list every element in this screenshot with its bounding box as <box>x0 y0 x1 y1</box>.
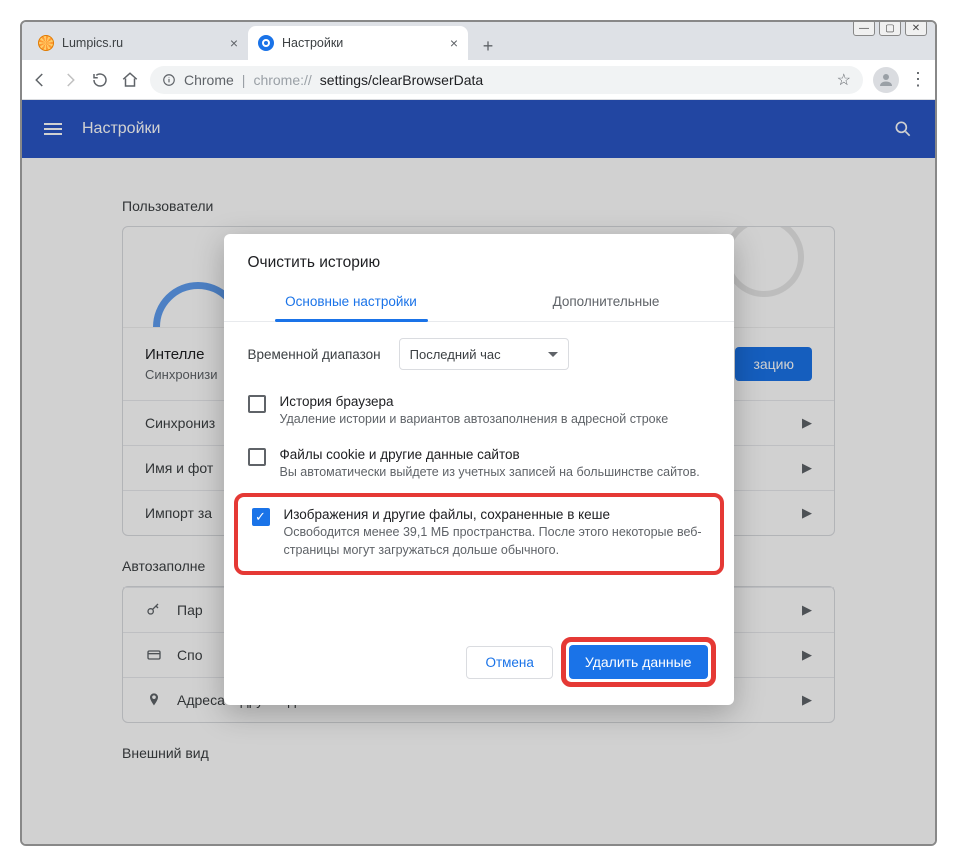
option-subtitle: Вы автоматически выйдете из учетных запи… <box>280 464 710 482</box>
tab-settings[interactable]: Настройки × <box>248 26 468 60</box>
tab-strip: Lumpics.ru × Настройки × + <box>22 22 935 60</box>
option-title: Изображения и другие файлы, сохраненные … <box>284 507 706 522</box>
url-host: chrome:// <box>253 72 311 88</box>
close-window-button[interactable]: ✕ <box>905 20 927 36</box>
option-cached-images[interactable]: ✓ Изображения и другие файлы, сохраненны… <box>234 493 724 575</box>
cancel-button[interactable]: Отмена <box>466 646 552 679</box>
clear-data-button[interactable]: Удалить данные <box>569 645 708 679</box>
checkbox[interactable] <box>248 395 266 413</box>
browser-menu-button[interactable]: ⋮ <box>909 69 927 90</box>
url-path: settings/clearBrowserData <box>320 72 483 88</box>
browser-window: — ▢ ✕ Lumpics.ru × Настройки × + <box>20 20 937 846</box>
profile-avatar[interactable] <box>873 67 899 93</box>
option-title: Файлы cookie и другие данные сайтов <box>280 447 710 462</box>
option-subtitle: Освободится менее 39,1 МБ пространства. … <box>284 524 706 559</box>
time-range-value: Последний час <box>410 347 501 362</box>
back-button[interactable] <box>30 70 50 90</box>
minimize-button[interactable]: — <box>853 20 875 36</box>
tab-advanced[interactable]: Дополнительные <box>479 282 734 321</box>
maximize-button[interactable]: ▢ <box>879 20 901 36</box>
dialog-tabs: Основные настройки Дополнительные <box>224 282 734 322</box>
time-range-row: Временной диапазон Последний час <box>224 322 734 386</box>
checkbox[interactable] <box>248 448 266 466</box>
highlight-frame: Удалить данные <box>561 637 716 687</box>
tab-label: Lumpics.ru <box>62 36 123 50</box>
dialog-actions: Отмена Удалить данные <box>224 577 734 691</box>
time-range-select[interactable]: Последний час <box>399 338 569 370</box>
time-range-label: Временной диапазон <box>248 347 381 362</box>
address-bar: Chrome | chrome://settings/clearBrowserD… <box>22 60 935 100</box>
checkbox-checked[interactable]: ✓ <box>252 508 270 526</box>
option-subtitle: Удаление истории и вариантов автозаполне… <box>280 411 710 429</box>
chevron-down-icon <box>548 352 558 357</box>
new-tab-button[interactable]: + <box>474 32 502 60</box>
info-icon <box>162 73 176 87</box>
lumpics-favicon-icon <box>38 35 54 51</box>
tab-label: Настройки <box>282 36 343 50</box>
window-controls: — ▢ ✕ <box>853 20 927 36</box>
reload-button[interactable] <box>90 70 110 90</box>
tab-lumpics[interactable]: Lumpics.ru × <box>28 26 248 60</box>
close-icon[interactable]: × <box>450 35 458 51</box>
close-icon[interactable]: × <box>230 35 238 51</box>
home-button[interactable] <box>120 70 140 90</box>
option-cookies[interactable]: Файлы cookie и другие данные сайтов Вы а… <box>224 439 734 492</box>
dialog-title: Очистить историю <box>224 234 734 282</box>
url-field[interactable]: Chrome | chrome://settings/clearBrowserD… <box>150 66 863 94</box>
url-origin-label: Chrome <box>184 72 234 88</box>
option-title: История браузера <box>280 394 710 409</box>
forward-button[interactable] <box>60 70 80 90</box>
clear-data-dialog: Очистить историю Основные настройки Допо… <box>224 234 734 705</box>
settings-favicon-icon <box>258 35 274 51</box>
tab-basic[interactable]: Основные настройки <box>224 282 479 321</box>
option-browsing-history[interactable]: История браузера Удаление истории и вари… <box>224 386 734 439</box>
bookmark-star-icon[interactable]: ☆ <box>837 70 851 90</box>
